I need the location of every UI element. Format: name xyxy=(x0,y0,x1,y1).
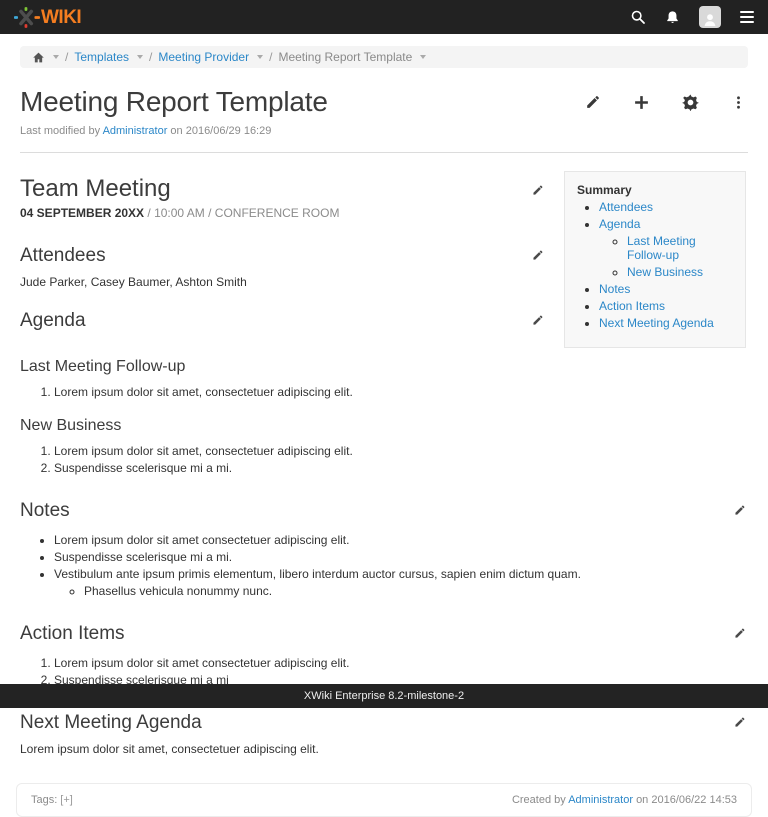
tags-label: Tags: xyxy=(31,794,57,806)
summary-link-last-meeting-follow-up[interactable]: Last Meeting Follow-up xyxy=(627,234,696,262)
last-meeting-list: Lorem ipsum dolor sit amet, consectetuer… xyxy=(20,385,746,399)
version-bar: XWiki Enterprise 8.2-milestone-2 xyxy=(0,684,768,708)
list-item: Vestibulum ante ipsum primis elementum, … xyxy=(54,567,746,598)
notes-sublist: Phasellus vehicula nonummy nunc. xyxy=(54,584,746,598)
gear-icon[interactable] xyxy=(682,94,699,111)
created-line: Created by Administrator on 2016/06/22 1… xyxy=(512,794,737,806)
breadcrumb-item-meeting-provider[interactable]: Meeting Provider xyxy=(158,50,249,64)
user-avatar[interactable] xyxy=(699,6,721,28)
chevron-down-icon[interactable] xyxy=(257,55,263,59)
list-item: Suspendisse scelerisque mi a mi. xyxy=(54,550,746,564)
breadcrumb-separator: / xyxy=(269,50,272,64)
chevron-down-icon[interactable] xyxy=(137,55,143,59)
add-tag-button[interactable]: [+] xyxy=(60,794,73,806)
summary-panel: Summary Attendees Agenda Last Meeting Fo… xyxy=(564,171,746,348)
last-modified-line: Last modified by Administrator on 2016/0… xyxy=(20,125,746,137)
summary-link-next-meeting-agenda[interactable]: Next Meeting Agenda xyxy=(599,316,714,330)
list-item: Action Items xyxy=(599,299,737,313)
list-item: Notes xyxy=(599,282,737,296)
page-actions xyxy=(584,94,746,111)
meeting-time-location: / 10:00 AM / CONFERENCE ROOM xyxy=(147,206,339,220)
heading-action-items: Action Items xyxy=(20,623,125,645)
list-item: Lorem ipsum dolor sit amet consectetuer … xyxy=(54,656,746,670)
summary-link-action-items[interactable]: Action Items xyxy=(599,299,665,313)
summary-sublist: Last Meeting Follow-up New Business xyxy=(599,234,737,279)
search-icon[interactable] xyxy=(630,9,646,25)
page-header: Meeting Report Template Last modified by… xyxy=(0,68,768,137)
breadcrumb-item-current: Meeting Report Template xyxy=(278,50,412,64)
breadcrumb-separator: / xyxy=(149,50,152,64)
next-meeting-text: Lorem ipsum dolor sit amet, consectetuer… xyxy=(20,742,746,756)
heading-last-meeting-follow-up: Last Meeting Follow-up xyxy=(20,358,746,376)
list-item: Lorem ipsum dolor sit amet consectetuer … xyxy=(54,533,746,547)
list-item: Last Meeting Follow-up xyxy=(627,234,737,262)
list-item: Next Meeting Agenda xyxy=(599,316,737,330)
summary-link-notes[interactable]: Notes xyxy=(599,282,630,296)
section-edit-pencil-icon[interactable] xyxy=(531,184,544,197)
breadcrumb-separator: / xyxy=(65,50,68,64)
breadcrumb-item-templates[interactable]: Templates xyxy=(74,50,129,64)
breadcrumb-wrapper: / Templates / Meeting Provider / Meeting… xyxy=(0,34,768,68)
list-item: Suspendisse scelerisque mi a mi. xyxy=(54,461,746,475)
version-label: XWiki Enterprise 8.2-milestone-2 xyxy=(304,690,464,702)
modified-user-link[interactable]: Administrator xyxy=(103,125,168,137)
list-item-text: Vestibulum ante ipsum primis elementum, … xyxy=(54,567,581,581)
hamburger-icon[interactable] xyxy=(740,11,754,23)
more-actions-icon[interactable] xyxy=(731,94,746,111)
section-edit-pencil-icon[interactable] xyxy=(733,716,746,729)
modified-prefix: Last modified by xyxy=(20,125,100,137)
heading-new-business: New Business xyxy=(20,417,746,435)
created-prefix: Created by xyxy=(512,794,566,806)
modified-suffix: on 2016/06/29 16:29 xyxy=(170,125,271,137)
summary-title: Summary xyxy=(577,183,737,197)
meeting-details: 04 SEPTEMBER 20XX / 10:00 AM / CONFERENC… xyxy=(20,206,544,220)
new-business-list: Lorem ipsum dolor sit amet, consectetuer… xyxy=(20,444,746,475)
xwiki-logo-x-icon xyxy=(14,7,40,28)
heading-agenda: Agenda xyxy=(20,310,86,332)
list-item: Lorem ipsum dolor sit amet, consectetuer… xyxy=(54,444,746,458)
summary-link-new-business[interactable]: New Business xyxy=(627,265,703,279)
heading-notes: Notes xyxy=(20,500,70,522)
chevron-down-icon[interactable] xyxy=(420,55,426,59)
list-item: Agenda Last Meeting Follow-up New Busine… xyxy=(599,217,737,279)
breadcrumb: / Templates / Meeting Provider / Meeting… xyxy=(20,46,748,68)
page-title: Meeting Report Template xyxy=(20,86,328,118)
heading-team-meeting: Team Meeting xyxy=(20,175,171,203)
docinfo-bar: Tags: [+] Created by Administrator on 20… xyxy=(16,783,752,817)
attendees-names: Jude Parker, Casey Baumer, Ashton Smith xyxy=(20,275,544,289)
summary-list: Attendees Agenda Last Meeting Follow-up … xyxy=(577,200,737,330)
section-edit-pencil-icon[interactable] xyxy=(531,249,544,262)
meeting-date: 04 SEPTEMBER 20XX xyxy=(20,206,144,220)
section-edit-pencil-icon[interactable] xyxy=(733,627,746,640)
list-item: Phasellus vehicula nonummy nunc. xyxy=(84,584,746,598)
xwiki-logo[interactable]: WIKI xyxy=(14,7,81,28)
bell-icon[interactable] xyxy=(665,10,680,25)
notes-list: Lorem ipsum dolor sit amet consectetuer … xyxy=(20,533,746,598)
chevron-down-icon[interactable] xyxy=(53,55,59,59)
created-suffix: on 2016/06/22 14:53 xyxy=(636,794,737,806)
navbar-actions xyxy=(630,6,754,28)
summary-link-attendees[interactable]: Attendees xyxy=(599,200,653,214)
action-items-list: Lorem ipsum dolor sit amet consectetuer … xyxy=(20,656,746,687)
edit-button[interactable] xyxy=(584,94,601,111)
breadcrumb-home-icon[interactable] xyxy=(32,51,45,64)
list-item: New Business xyxy=(627,265,737,279)
heading-next-meeting-agenda: Next Meeting Agenda xyxy=(20,712,202,734)
document-content: Summary Attendees Agenda Last Meeting Fo… xyxy=(0,153,768,756)
create-button[interactable] xyxy=(633,94,650,111)
list-item: Attendees xyxy=(599,200,737,214)
list-item: Lorem ipsum dolor sit amet, consectetuer… xyxy=(54,385,746,399)
created-user-link[interactable]: Administrator xyxy=(568,794,633,806)
section-edit-pencil-icon[interactable] xyxy=(733,504,746,517)
summary-link-agenda[interactable]: Agenda xyxy=(599,217,640,231)
top-navbar: WIKI xyxy=(0,0,768,34)
heading-attendees: Attendees xyxy=(20,245,106,267)
xwiki-logo-text: WIKI xyxy=(41,8,81,27)
section-edit-pencil-icon[interactable] xyxy=(531,314,544,327)
